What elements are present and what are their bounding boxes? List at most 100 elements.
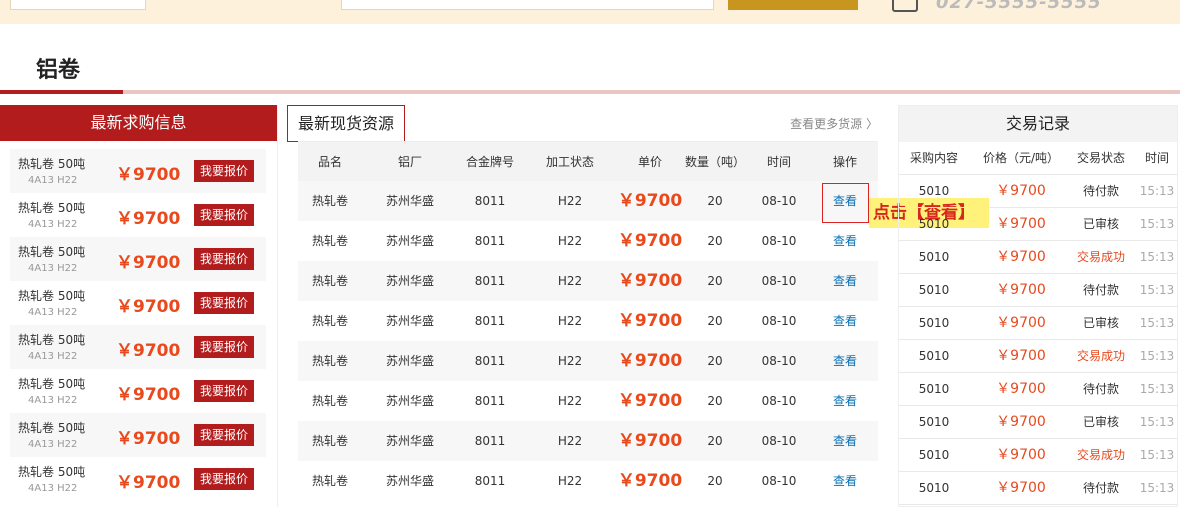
stock-alloy: 8011 <box>474 274 506 288</box>
stock-column-header: 时间 <box>766 155 791 169</box>
buy-item-spec: 4A13 H22 <box>28 219 78 230</box>
stock-factory: 苏州华盛 <box>385 394 434 408</box>
trade-content: 5010 <box>918 217 950 231</box>
stock-factory: 苏州华盛 <box>385 474 434 488</box>
buy-item-price: ￥9700 <box>116 165 181 185</box>
stock-name: 热轧卷 <box>311 314 348 328</box>
stock-price: ￥9700 <box>617 231 683 251</box>
stock-price: ￥9700 <box>617 391 683 411</box>
trade-status: 待付款 <box>1082 283 1119 297</box>
stock-row: 热轧卷 苏州华盛 8011 H22 ￥9700 20 08-10 查看 <box>298 381 878 421</box>
buy-item-name: 热轧卷 50吨 <box>18 465 86 479</box>
buy-item-price: ￥9700 <box>116 429 181 449</box>
view-link[interactable]: 查看 <box>814 221 876 261</box>
view-link[interactable]: 查看 <box>814 301 876 341</box>
view-link[interactable]: 查看 <box>814 181 876 221</box>
more-stock-link[interactable]: 查看更多货源 〉 <box>790 115 878 132</box>
stock-column-header: 数量（吨） <box>684 155 745 169</box>
stock-row: 热轧卷 苏州华盛 8011 H22 ￥9700 20 08-10 查看 <box>298 181 878 221</box>
stock-date: 08-10 <box>761 314 797 328</box>
quote-button[interactable]: 我要报价 <box>194 468 254 490</box>
phone-icon <box>892 0 918 12</box>
trade-time: 15:13 <box>1139 349 1175 363</box>
stock-column-header: 单价 <box>637 155 662 169</box>
trade-row: 5010 ￥9700 已审核 15:13 <box>899 406 1177 439</box>
buy-item-price: ￥9700 <box>116 385 181 405</box>
trade-price: ￥9700 <box>996 249 1046 265</box>
stock-table: 品名 铝厂 合金牌号 加工状态 单价 数量（吨） 时间 操作 热轧卷 苏州华盛 8011 H22 ￥9… <box>298 141 878 501</box>
stock-state: H22 <box>557 234 583 248</box>
quote-button[interactable]: 我要报价 <box>194 380 254 402</box>
quote-button[interactable]: 我要报价 <box>194 336 254 358</box>
buy-item-name: 热轧卷 50吨 <box>18 377 86 391</box>
buy-request-item: 热轧卷 50吨 4A13 H22 ￥9700 我要报价 <box>10 457 266 501</box>
stock-column-header: 合金牌号 <box>465 155 514 169</box>
trade-time: 15:13 <box>1139 415 1175 429</box>
trade-column-header: 价格（元/吨） <box>982 151 1060 165</box>
stock-factory: 苏州华盛 <box>385 314 434 328</box>
view-link[interactable]: 查看 <box>814 261 876 301</box>
trade-time: 15:13 <box>1139 316 1175 330</box>
trade-records-title: 交易记录 <box>899 106 1177 142</box>
stock-column-header: 铝厂 <box>397 155 422 169</box>
view-link[interactable]: 查看 <box>814 341 876 381</box>
stock-date: 08-10 <box>761 354 797 368</box>
stock-column-header: 加工状态 <box>545 155 594 169</box>
buy-request-item: 热轧卷 50吨 4A13 H22 ￥9700 我要报价 <box>10 237 266 281</box>
stock-date: 08-10 <box>761 194 797 208</box>
stock-alloy: 8011 <box>474 434 506 448</box>
quote-button[interactable]: 我要报价 <box>194 424 254 446</box>
stock-table-header: 品名 铝厂 合金牌号 加工状态 单价 数量（吨） 时间 操作 <box>298 141 878 181</box>
buy-item-price: ￥9700 <box>116 341 181 361</box>
buy-item-spec: 4A13 H22 <box>28 351 78 362</box>
search-input[interactable] <box>341 0 714 10</box>
view-link[interactable]: 查看 <box>814 421 876 461</box>
stock-alloy: 8011 <box>474 474 506 488</box>
trade-status: 已审核 <box>1082 316 1119 330</box>
section-divider-accent <box>0 90 123 94</box>
trade-row: 5010 ￥9700 待付款 15:13 <box>899 274 1177 307</box>
stock-qty: 20 <box>707 474 723 488</box>
stock-title-tab[interactable]: 最新现货资源 <box>287 105 406 142</box>
trade-price: ￥9700 <box>996 282 1046 298</box>
trade-time: 15:13 <box>1139 382 1175 396</box>
trade-time: 15:13 <box>1139 250 1175 264</box>
quote-button[interactable]: 我要报价 <box>194 292 254 314</box>
search-category-input[interactable] <box>10 0 146 10</box>
buy-item-spec: 4A13 H22 <box>28 175 78 186</box>
view-link[interactable]: 查看 <box>814 461 876 501</box>
trade-price: ￥9700 <box>996 315 1046 331</box>
stock-row: 热轧卷 苏州华盛 8011 H22 ￥9700 20 08-10 查看 <box>298 421 878 461</box>
trade-time: 15:13 <box>1139 184 1175 198</box>
trade-price: ￥9700 <box>996 183 1046 199</box>
stock-row: 热轧卷 苏州华盛 8011 H22 ￥9700 20 08-10 查看 <box>298 461 878 501</box>
stock-state: H22 <box>557 434 583 448</box>
stock-alloy: 8011 <box>474 354 506 368</box>
buy-item-spec: 4A13 H22 <box>28 263 78 274</box>
view-link[interactable]: 查看 <box>814 381 876 421</box>
stock-row: 热轧卷 苏州华盛 8011 H22 ￥9700 20 08-10 查看 <box>298 261 878 301</box>
buy-item-name: 热轧卷 50吨 <box>18 289 86 303</box>
stock-row: 热轧卷 苏州华盛 8011 H22 ￥9700 20 08-10 查看 <box>298 221 878 261</box>
stock-date: 08-10 <box>761 394 797 408</box>
trade-status: 已审核 <box>1082 415 1119 429</box>
stock-price: ￥9700 <box>617 311 683 331</box>
stock-price: ￥9700 <box>617 431 683 451</box>
quote-button[interactable]: 我要报价 <box>194 248 254 270</box>
quote-button[interactable]: 我要报价 <box>194 160 254 182</box>
trade-price: ￥9700 <box>996 381 1046 397</box>
trade-price: ￥9700 <box>996 480 1046 496</box>
trade-content: 5010 <box>918 250 950 264</box>
stock-name: 热轧卷 <box>311 394 348 408</box>
trade-content: 5010 <box>918 415 950 429</box>
trade-content: 5010 <box>918 184 950 198</box>
trade-content: 5010 <box>918 283 950 297</box>
trade-time: 15:13 <box>1139 217 1175 231</box>
stock-factory: 苏州华盛 <box>385 354 434 368</box>
search-button[interactable] <box>728 0 858 10</box>
stock-name: 热轧卷 <box>311 274 348 288</box>
trade-time: 15:13 <box>1139 481 1175 495</box>
trade-table-header: 采购内容 价格（元/吨） 交易状态 时间 <box>899 142 1177 175</box>
quote-button[interactable]: 我要报价 <box>194 204 254 226</box>
buy-item-spec: 4A13 H22 <box>28 395 78 406</box>
